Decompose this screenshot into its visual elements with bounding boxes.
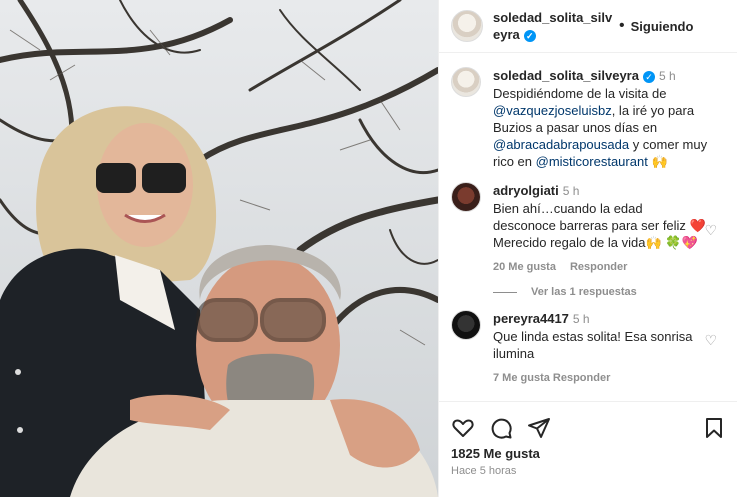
comment-text: Que linda estas solita! Esa sonrisa ilum…: [493, 329, 693, 361]
commenter-avatar[interactable]: [451, 310, 481, 340]
bookmark-icon[interactable]: [703, 416, 725, 440]
comment-body: pereyra4417 5 h Que linda estas solita! E…: [493, 310, 708, 387]
heart-icon[interactable]: [451, 416, 475, 440]
comment-time: 5 h: [562, 184, 580, 198]
author-username-text[interactable]: soledad_solita_silveyra: [493, 10, 612, 42]
action-icons: [451, 414, 725, 442]
comment-time: 5 h: [572, 312, 590, 326]
comment: adryolgiati 5 h Bien ahí…cuando la edad d…: [451, 182, 725, 276]
view-replies[interactable]: Ver las 1 respuestas: [493, 286, 725, 298]
action-bar: 1825 Me gusta Hace 5 horas: [439, 401, 737, 497]
comment-username[interactable]: adryolgiati: [493, 183, 559, 198]
post-date[interactable]: Hace 5 horas: [451, 465, 725, 477]
verified-badge-icon: ✓: [642, 70, 655, 83]
comments-list[interactable]: soledad_solita_silveyra ✓ 5 h Despidiéndom…: [439, 53, 737, 401]
share-icon[interactable]: [527, 416, 551, 440]
verified-badge-icon: ✓: [523, 29, 536, 42]
heart-icon[interactable]: ♡: [704, 222, 717, 239]
post-photo[interactable]: [0, 0, 438, 497]
post-side-panel: soledad_solita_silveyra ✓ • Siguiendo sol…: [438, 0, 737, 497]
comment-icon[interactable]: [489, 416, 513, 440]
mention-link[interactable]: @misticorestaurant: [536, 154, 648, 169]
commenter-avatar[interactable]: [451, 182, 481, 212]
caption-avatar[interactable]: [451, 67, 481, 97]
view-replies-text[interactable]: Ver las 1 respuestas: [531, 286, 637, 298]
reply-button[interactable]: Responder: [570, 261, 627, 273]
separator-dot: •: [619, 17, 625, 34]
selfie-photo: [0, 0, 438, 497]
comment-meta: 20 Me gusta Responder: [493, 259, 708, 276]
heart-icon[interactable]: ♡: [704, 332, 717, 349]
author-username[interactable]: soledad_solita_silveyra ✓: [493, 9, 613, 43]
mention-link[interactable]: @abracadabrapousada: [493, 137, 629, 152]
caption-emoji: 🙌: [647, 154, 668, 169]
following-button[interactable]: Siguiendo: [631, 19, 694, 34]
comment-body: adryolgiati 5 h Bien ahí…cuando la edad d…: [493, 182, 708, 276]
replies-line: [493, 291, 517, 293]
post-header: soledad_solita_silveyra ✓ • Siguiendo: [439, 0, 737, 53]
instagram-post: soledad_solita_silveyra ✓ • Siguiendo sol…: [0, 0, 737, 497]
author-avatar[interactable]: [451, 10, 483, 42]
caption-username[interactable]: soledad_solita_silveyra: [493, 68, 639, 83]
comment-likes[interactable]: 20 Me gusta: [493, 261, 556, 273]
comment-text: Bien ahí…cuando la edad desconoce barrer…: [493, 201, 706, 250]
caption-body: soledad_solita_silveyra ✓ 5 h Despidiéndom…: [493, 67, 708, 170]
comment-meta-partial: 7 Me gusta Responder: [493, 370, 708, 387]
comment: pereyra4417 5 h Que linda estas solita! E…: [451, 310, 725, 387]
caption-time[interactable]: 5 h: [659, 69, 676, 83]
caption: soledad_solita_silveyra ✓ 5 h Despidiéndom…: [451, 67, 725, 170]
comment-username[interactable]: pereyra4417: [493, 311, 569, 326]
comment-meta-text: 7 Me gusta Responder: [493, 372, 611, 384]
mention-link[interactable]: @vazquezjoseluisbz: [493, 103, 612, 118]
likes-count[interactable]: 1825 Me gusta: [451, 446, 725, 461]
caption-text-1: Despidiéndome de la visita de: [493, 86, 667, 101]
